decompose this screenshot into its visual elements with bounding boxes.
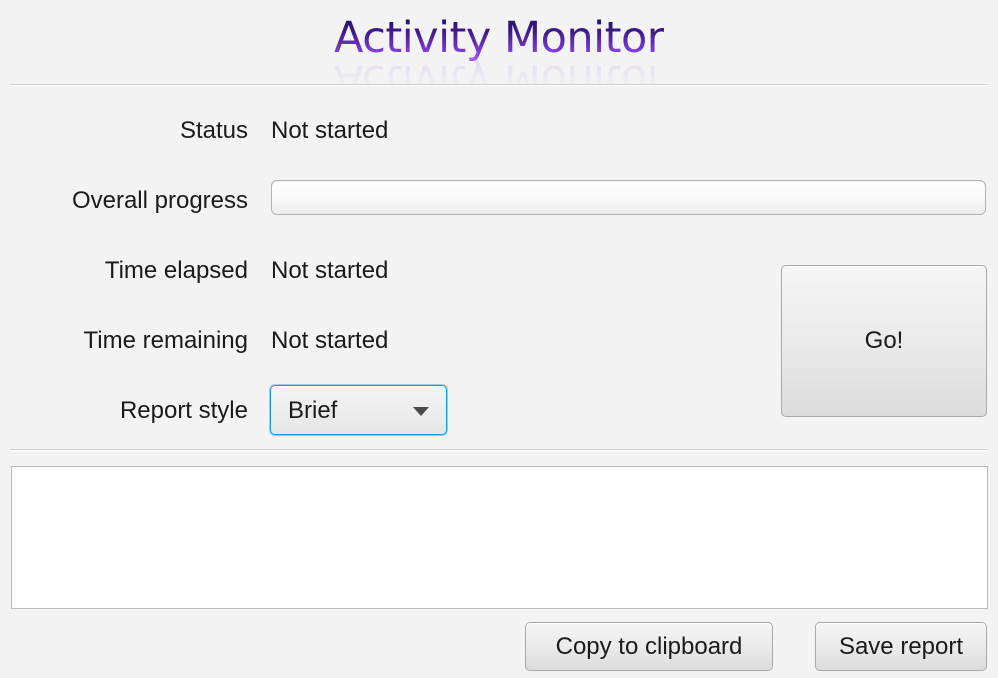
app-title: Activity Monitor xyxy=(334,10,664,66)
time-remaining-label: Time remaining xyxy=(83,327,249,354)
header-divider xyxy=(10,84,988,86)
time-remaining-value: Not started xyxy=(271,327,389,354)
status-label: Status xyxy=(179,117,248,144)
report-divider xyxy=(10,449,988,451)
overall-progress-label: Overall progress xyxy=(71,187,248,214)
report-style-select[interactable]: Brief xyxy=(270,385,447,435)
go-button[interactable]: Go! xyxy=(781,265,987,417)
chevron-down-icon xyxy=(413,407,429,416)
overall-progress-bar xyxy=(271,180,986,215)
status-value: Not started xyxy=(271,117,389,144)
report-text-area[interactable] xyxy=(11,466,988,609)
copy-to-clipboard-button[interactable]: Copy to clipboard xyxy=(525,622,773,671)
time-elapsed-value: Not started xyxy=(271,257,389,284)
title-banner: Activity Monitor Activity Monitor xyxy=(0,8,998,86)
report-style-selected: Brief xyxy=(288,397,338,424)
report-style-label: Report style xyxy=(119,397,248,424)
save-report-button[interactable]: Save report xyxy=(815,622,987,671)
time-elapsed-label: Time elapsed xyxy=(104,257,248,284)
